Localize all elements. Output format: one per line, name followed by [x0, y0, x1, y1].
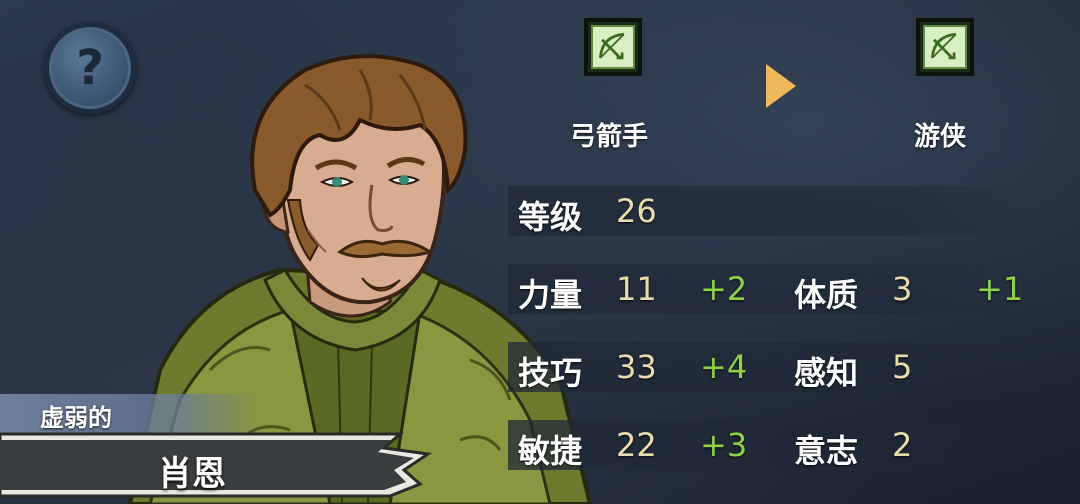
- constitution-value: 3: [892, 270, 913, 308]
- skill-bonus: +4: [700, 348, 748, 386]
- willpower-value: 2: [892, 426, 913, 464]
- perception-value: 5: [892, 348, 913, 386]
- character-epithet: 虚弱的: [40, 404, 112, 432]
- perception-label: 感知: [794, 354, 859, 392]
- stat-row-agility-willpower: [508, 420, 1028, 470]
- character-name: 肖恩: [158, 454, 226, 494]
- agility-label: 敏捷: [518, 432, 583, 470]
- stat-row-strength-constitution: [508, 264, 1028, 314]
- strength-bonus: +2: [700, 270, 748, 308]
- current-class-label: 弓箭手: [570, 122, 649, 152]
- character-screen: ? 虚弱的 肖恩 弓箭手 游侠 等级 26 力量 11 +2 体质 3 +1 技…: [0, 0, 1080, 504]
- strength-label: 力量: [518, 276, 583, 314]
- strength-value: 11: [616, 270, 657, 308]
- willpower-label: 意志: [794, 432, 859, 470]
- skill-label: 技巧: [518, 354, 583, 392]
- stat-row-skill-perception: [508, 342, 1028, 392]
- agility-value: 22: [616, 426, 657, 464]
- constitution-label: 体质: [794, 276, 859, 314]
- skill-value: 33: [616, 348, 657, 386]
- stat-row-level: [508, 186, 1028, 236]
- current-class-icon[interactable]: [584, 18, 642, 76]
- level-label: 等级: [518, 198, 583, 236]
- bow-icon: [591, 25, 635, 69]
- constitution-bonus: +1: [976, 270, 1024, 308]
- agility-bonus: +3: [700, 426, 748, 464]
- play-arrow-icon: [766, 64, 796, 108]
- next-class-icon[interactable]: [916, 18, 974, 76]
- level-value: 26: [616, 192, 657, 230]
- bow-icon: [923, 25, 967, 69]
- next-class-label: 游侠: [914, 122, 967, 152]
